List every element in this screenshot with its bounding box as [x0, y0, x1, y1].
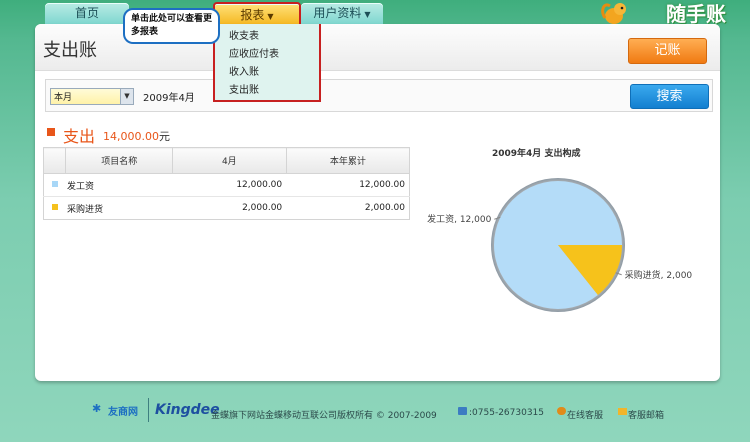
slice-label: 采购进货, 2,000 [625, 269, 693, 281]
report-dropdown-menu: 收支表 应收应付表 收入账 支出账 [213, 24, 321, 102]
logo-text: 随手账 [666, 2, 726, 26]
square-bullet-icon [47, 128, 55, 136]
menu-item-receivable-payable[interactable]: 应收应付表 [229, 45, 279, 60]
tab-user-info-label: 用户资料 [313, 6, 362, 20]
period-select[interactable]: 本月 ▼ [50, 88, 134, 105]
table-header-marker [42, 147, 67, 174]
app-logo: 随手账 [600, 0, 730, 26]
summary-unit: 元 [158, 130, 170, 143]
footer-brand-kingdee: Kingdee [155, 402, 220, 418]
table-header-month: 4月 [171, 147, 287, 174]
row-name: 发工资 [65, 173, 173, 197]
footer-divider [148, 398, 149, 422]
period-select-value: 本月 [54, 93, 73, 103]
chevron-down-icon: ▼ [267, 12, 274, 21]
footer-phone: :0755-26730315 [469, 408, 545, 418]
filter-bar: 本月 ▼ 2009年4月 搜索 [45, 79, 713, 112]
footer-phone-number: 0755-26730315 [472, 408, 545, 418]
tab-home-label: 首页 [74, 6, 99, 20]
table-header-name: 项目名称 [65, 147, 173, 174]
menu-item-income-expense[interactable]: 收支表 [229, 27, 259, 42]
record-button[interactable]: 记账 [628, 38, 707, 64]
legend-swatch [51, 204, 58, 210]
row-name: 采购进货 [65, 196, 173, 220]
summary-amount-wrap: 14,000.00元 [103, 128, 170, 144]
mail-icon [618, 408, 627, 415]
footer-copyright: 金蝶旗下网站金蝶移动互联公司版权所有 © 2007-2009 [211, 411, 437, 421]
expense-pie-chart: 发工资, 12,000 采购进货, 2,000 [427, 178, 693, 312]
row-color-cell [43, 196, 66, 220]
row-month: 12,000.00 [172, 173, 287, 197]
row-color-cell [43, 173, 66, 197]
menu-item-income[interactable]: 收入账 [229, 63, 259, 78]
table-row: 采购进货 2,000.00 2,000.00 [43, 196, 410, 220]
phone-icon [458, 407, 467, 415]
chevron-down-icon: ▼ [364, 10, 371, 19]
partner-logo-icon: ✱ [92, 402, 102, 415]
table-row: 发工资 12,000.00 12,000.00 [43, 173, 410, 197]
summary-amount: 14,000.00 [103, 130, 159, 143]
table-header-row: 项目名称 4月 本年累计 [42, 147, 411, 174]
tab-home[interactable]: 首页 [45, 3, 129, 24]
footer-mail[interactable]: 客服邮箱 [628, 408, 664, 421]
period-text: 2009年4月 [143, 93, 195, 104]
slice-label: 发工资, 12,000 [427, 213, 491, 225]
tab-reports[interactable]: 报表 ▼ [213, 2, 301, 26]
chart-title: 2009年4月 支出构成 [492, 149, 581, 159]
chevron-down-icon[interactable]: ▼ [120, 89, 133, 104]
tab-user-info[interactable]: 用户资料 ▼ [301, 3, 383, 24]
online-service-icon [557, 407, 566, 415]
report-tooltip: 单击此处可以查看更多报表 [123, 8, 220, 44]
footer-online-service[interactable]: 在线客服 [567, 408, 603, 421]
page-title: 支出账 [43, 40, 97, 61]
expense-table: 项目名称 4月 本年累计 发工资 12,000.00 12,000.00 采购进… [42, 147, 411, 220]
row-month: 2,000.00 [172, 196, 287, 220]
legend-swatch [51, 181, 58, 187]
summary-label: 支出 [63, 127, 96, 146]
footer-brand-youshang: 友商网 [108, 407, 138, 418]
menu-item-expense[interactable]: 支出账 [229, 81, 259, 96]
squirrel-mascot-icon [601, 3, 626, 24]
search-button[interactable]: 搜索 [630, 84, 709, 109]
tab-reports-label: 报表 [240, 8, 265, 22]
